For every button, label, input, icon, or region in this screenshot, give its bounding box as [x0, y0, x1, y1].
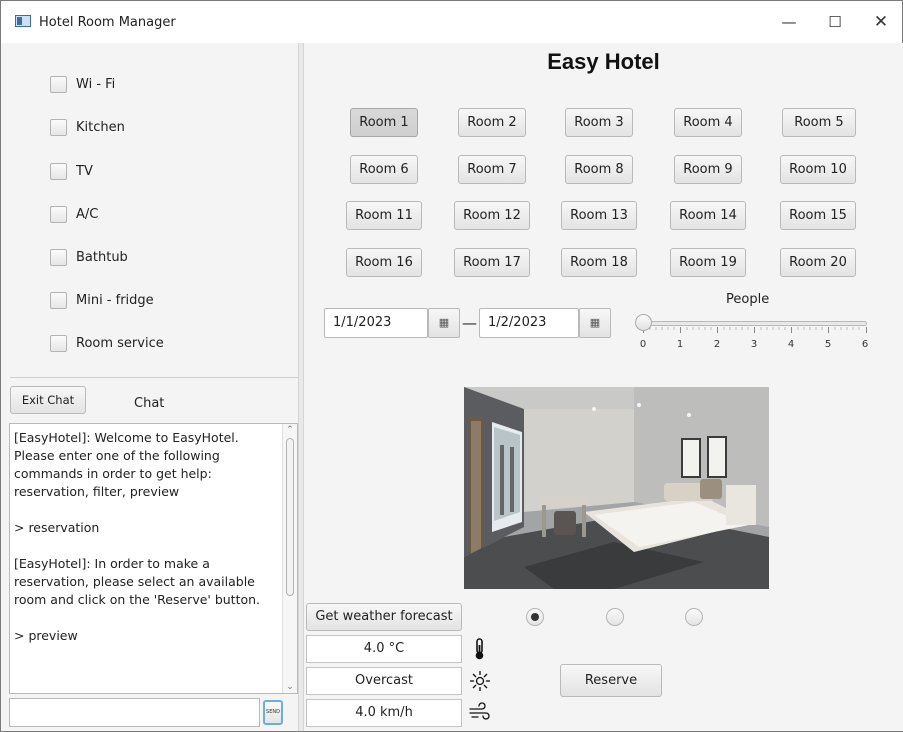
- close-button[interactable]: ✕: [858, 1, 903, 43]
- date-range-dash: —: [462, 314, 477, 332]
- people-slider-track[interactable]: [643, 321, 867, 326]
- window-title: Hotel Room Manager: [39, 15, 176, 30]
- chat-input[interactable]: [9, 698, 260, 727]
- room-1-button[interactable]: Room 1: [350, 108, 418, 137]
- checkbox[interactable]: [50, 334, 67, 352]
- tick-label: 3: [750, 339, 758, 350]
- room-4-button[interactable]: Room 4: [674, 108, 742, 137]
- people-slider-thumb[interactable]: [635, 314, 652, 331]
- chat-log[interactable]: [EasyHotel]: Welcome to EasyHotel. Pleas…: [9, 423, 298, 694]
- calendar-icon[interactable]: ▦: [579, 308, 611, 338]
- room-17-button[interactable]: Room 17: [454, 248, 530, 277]
- check-out-date-field[interactable]: 1/2/2023: [479, 308, 579, 338]
- room-5-button[interactable]: Room 5: [782, 108, 856, 137]
- filter-label: Kitchen: [76, 119, 125, 135]
- scroll-up-icon[interactable]: ⌃: [285, 425, 295, 435]
- room-11-button[interactable]: Room 11: [346, 201, 422, 230]
- room-3-button[interactable]: Room 3: [565, 108, 633, 137]
- room-preview-image: [464, 387, 769, 589]
- checkbox[interactable]: [50, 75, 67, 93]
- separator: [10, 377, 298, 378]
- exit-chat-button[interactable]: Exit Chat: [10, 386, 86, 414]
- filter-bathtub[interactable]: Bathtub: [50, 247, 128, 267]
- filter-label: Mini - fridge: [76, 292, 154, 308]
- wind-icon: [469, 702, 490, 720]
- people-label: People: [726, 292, 770, 307]
- room-15-button[interactable]: Room 15: [780, 201, 856, 230]
- filter-mini-fridge[interactable]: Mini - fridge: [50, 290, 154, 310]
- right-pane: Easy Hotel Room 1 Room 2 Room 3 Room 4 R…: [304, 43, 903, 731]
- tick-label: 4: [787, 339, 795, 350]
- room-12-button[interactable]: Room 12: [454, 201, 530, 230]
- chat-message: > preview: [14, 628, 78, 643]
- checkbox[interactable]: [50, 291, 67, 309]
- room-14-button[interactable]: Room 14: [670, 201, 746, 230]
- title-bar[interactable]: Hotel Room Manager — ☐ ✕: [1, 1, 902, 43]
- chat-message: [EasyHotel]: Welcome to EasyHotel. Pleas…: [14, 430, 239, 499]
- checkbox[interactable]: [50, 118, 67, 136]
- filter-label: TV: [76, 163, 93, 179]
- checkbox[interactable]: [50, 248, 67, 266]
- filter-ac[interactable]: A/C: [50, 204, 98, 224]
- scroll-down-icon[interactable]: ⌄: [285, 682, 295, 692]
- chat-message: [EasyHotel]: In order to make a reservat…: [14, 556, 261, 607]
- room-9-button[interactable]: Room 9: [674, 155, 742, 184]
- app-title: Easy Hotel: [547, 49, 660, 74]
- preview-radio-3[interactable]: [685, 608, 703, 626]
- scroll-thumb[interactable]: [286, 438, 294, 596]
- filter-wifi[interactable]: Wi - Fi: [50, 74, 115, 94]
- tick-label: 1: [676, 339, 684, 350]
- app-window: Hotel Room Manager — ☐ ✕ Wi - Fi Kitchen…: [0, 0, 903, 732]
- tick-label: 2: [713, 339, 721, 350]
- filter-label: Room service: [76, 335, 164, 351]
- chat-scrollbar[interactable]: ⌃ ⌄: [282, 424, 297, 693]
- checkbox[interactable]: [50, 205, 67, 223]
- filter-room-service[interactable]: Room service: [50, 333, 164, 353]
- filter-label: Bathtub: [76, 249, 128, 265]
- room-18-button[interactable]: Room 18: [561, 248, 637, 277]
- room-19-button[interactable]: Room 19: [670, 248, 746, 277]
- room-2-button[interactable]: Room 2: [458, 108, 526, 137]
- get-weather-forecast-button[interactable]: Get weather forecast: [306, 603, 462, 631]
- wind-speed-field: 4.0 km/h: [306, 699, 462, 727]
- check-in-date-field[interactable]: 1/1/2023: [324, 308, 428, 338]
- room-20-button[interactable]: Room 20: [780, 248, 856, 277]
- room-16-button[interactable]: Room 16: [346, 248, 422, 277]
- room-13-button[interactable]: Room 13: [561, 201, 637, 230]
- chat-messages: [EasyHotel]: Welcome to EasyHotel. Pleas…: [14, 429, 274, 645]
- tick-label: 6: [861, 339, 869, 350]
- checkbox[interactable]: [50, 162, 67, 180]
- minimize-button[interactable]: —: [766, 1, 812, 43]
- maximize-button[interactable]: ☐: [812, 1, 858, 43]
- thermometer-icon: [475, 638, 484, 660]
- slider-ticks: [643, 327, 867, 333]
- room-6-button[interactable]: Room 6: [350, 155, 418, 184]
- chat-message: > reservation: [14, 520, 100, 535]
- reserve-button[interactable]: Reserve: [560, 664, 662, 697]
- left-pane: Wi - Fi Kitchen TV A/C Bathtub Mini - fr…: [2, 43, 298, 731]
- filter-tv[interactable]: TV: [50, 161, 93, 181]
- preview-radio-1[interactable]: [526, 608, 544, 626]
- preview-radio-2[interactable]: [606, 608, 624, 626]
- room-10-button[interactable]: Room 10: [780, 155, 856, 184]
- tick-label: 0: [639, 339, 647, 350]
- filter-label: Wi - Fi: [76, 76, 116, 92]
- filter-label: A/C: [76, 206, 99, 222]
- room-8-button[interactable]: Room 8: [565, 155, 633, 184]
- calendar-icon[interactable]: ▦: [428, 308, 460, 338]
- room-7-button[interactable]: Room 7: [458, 155, 526, 184]
- filter-kitchen[interactable]: Kitchen: [50, 117, 125, 137]
- sun-icon: [470, 671, 490, 691]
- tick-label: 5: [824, 339, 832, 350]
- weather-condition-field: Overcast: [306, 667, 462, 695]
- app-icon: [15, 15, 31, 27]
- send-button[interactable]: SEND: [263, 700, 283, 725]
- chat-title: Chat: [134, 396, 165, 411]
- temperature-field: 4.0 °C: [306, 635, 462, 663]
